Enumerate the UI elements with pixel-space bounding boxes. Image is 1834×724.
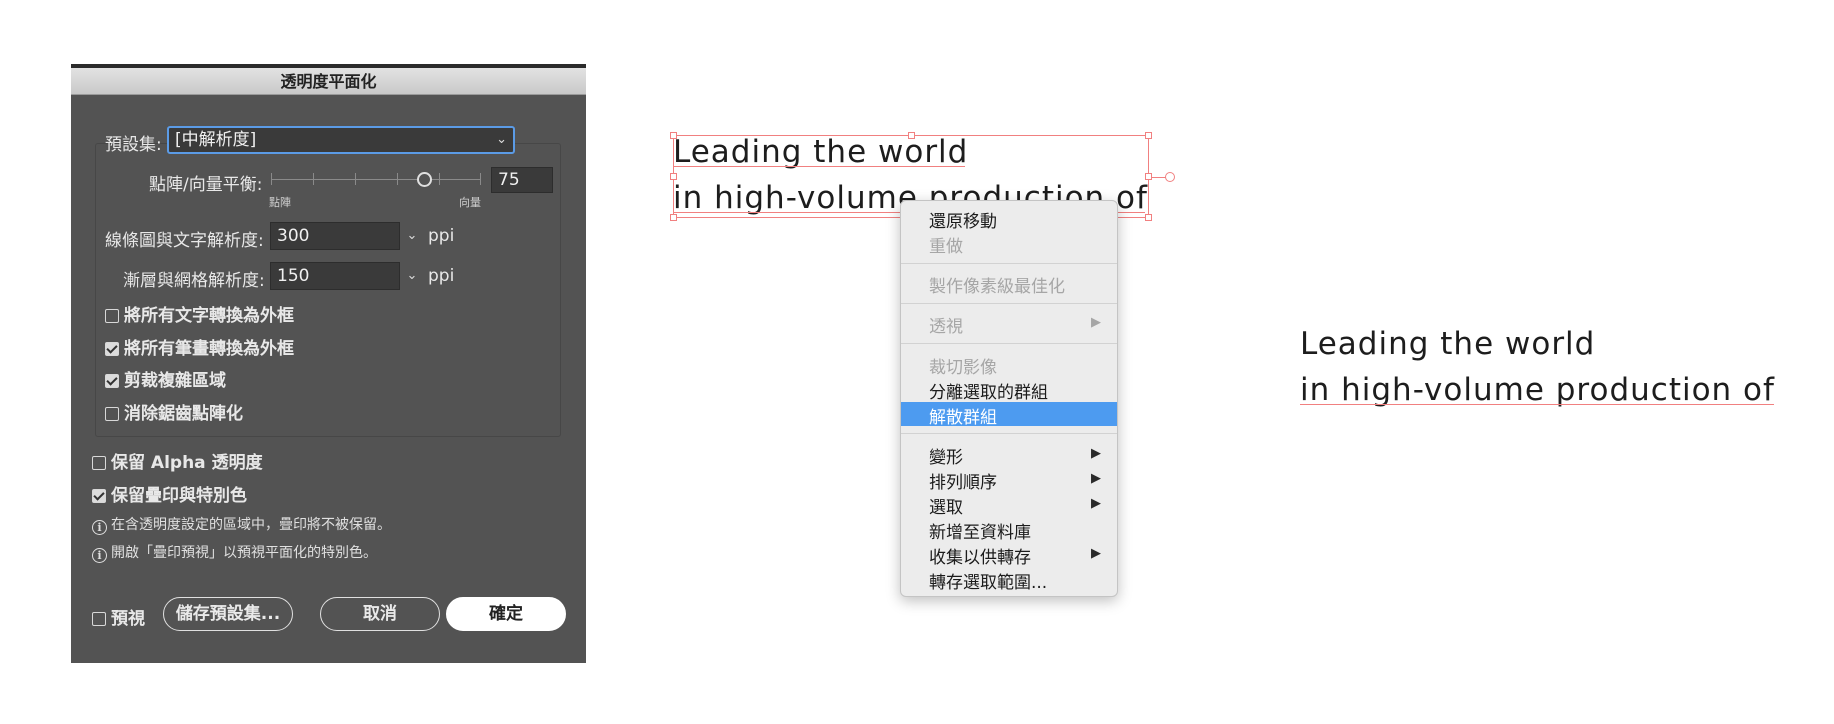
info-icon: i: [92, 520, 107, 535]
menu-item-crop-image[interactable]: 裁切影像: [929, 353, 997, 378]
preset-label: 預設集:: [105, 135, 162, 155]
checkbox-label: 將所有筆畫轉換為外框: [124, 339, 294, 359]
balance-slider-track[interactable]: [271, 179, 481, 180]
checkbox-label: 預視: [111, 609, 145, 629]
menu-item-redo[interactable]: 重做: [929, 232, 963, 257]
ok-button[interactable]: 確定: [446, 597, 566, 631]
menu-item-perspective[interactable]: 透視: [929, 312, 963, 337]
menu-separator: [901, 343, 1117, 344]
chevron-down-icon[interactable]: ⌄: [400, 222, 424, 250]
info-text: 在含透明度設定的區域中，疊印將不被保留。: [111, 517, 391, 533]
menu-item-transform[interactable]: 變形: [929, 443, 963, 468]
submenu-arrow-icon: ▶: [1091, 546, 1101, 561]
text-line-2[interactable]: in high-volume production of: [1300, 372, 1775, 408]
menu-item-collect-for-export[interactable]: 收集以供轉存: [929, 543, 1031, 568]
checkbox-label: 剪裁複雜區域: [124, 371, 226, 391]
checkbox-checked-icon: [105, 342, 119, 356]
checkbox-preview[interactable]: 預視: [92, 604, 145, 629]
text-line-1[interactable]: Leading the world: [1300, 326, 1595, 362]
checkbox-unchecked-icon: [92, 612, 106, 626]
raster-label: 點陣: [269, 196, 291, 209]
checkbox-clip-complex[interactable]: 剪裁複雜區域: [105, 366, 226, 391]
menu-separator: [901, 433, 1117, 434]
menu-item-pixel-optimize[interactable]: 製作像素級最佳化: [929, 272, 1065, 297]
checkbox-unchecked-icon: [105, 407, 119, 421]
vector-label: 向量: [459, 196, 481, 209]
menu-item-add-to-library[interactable]: 新增至資料庫: [929, 518, 1031, 543]
submenu-arrow-icon: ▶: [1091, 471, 1101, 486]
context-menu: 還原移動 重做 製作像素級最佳化 透視 ▶ 裁切影像 分離選取的群組 解散群組 …: [900, 200, 1118, 597]
gradient-resolution-label: 漸層與網格解析度:: [123, 271, 265, 291]
text-thread-port[interactable]: [1165, 172, 1175, 182]
checkbox-preserve-overprint[interactable]: 保留疊印與特別色: [92, 481, 247, 506]
checkbox-unchecked-icon: [105, 309, 119, 323]
balance-input[interactable]: 75: [491, 167, 553, 193]
flatten-transparency-dialog: 透明度平面化 預設集: [中解析度] ⌄ 點陣/向量平衡: 75 點陣 向量 線…: [71, 64, 586, 663]
text-thread-line: [1152, 177, 1166, 178]
slider-tick: [313, 173, 314, 185]
text-baseline: [673, 166, 965, 167]
checkbox-label: 消除鋸齒點陣化: [124, 404, 243, 424]
checkbox-label: 保留 Alpha 透明度: [111, 453, 263, 473]
menu-item-export-selection[interactable]: 轉存選取範圍...: [929, 568, 1047, 593]
balance-label: 點陣/向量平衡:: [149, 175, 263, 195]
submenu-arrow-icon: ▶: [1091, 496, 1101, 511]
menu-separator: [901, 263, 1117, 264]
menu-item-select[interactable]: 選取: [929, 493, 963, 518]
checkbox-preserve-alpha[interactable]: 保留 Alpha 透明度: [92, 448, 263, 473]
menu-item-ungroup[interactable]: 解散群組: [929, 403, 997, 428]
canvas: 透明度平面化 預設集: [中解析度] ⌄ 點陣/向量平衡: 75 點陣 向量 線…: [0, 0, 1834, 724]
preset-select[interactable]: [中解析度] ⌄: [167, 126, 515, 154]
slider-tick: [439, 173, 440, 185]
menu-item-isolate-group[interactable]: 分離選取的群組: [929, 378, 1048, 403]
dialog-title: 透明度平面化: [71, 68, 586, 95]
checkbox-label: 將所有文字轉換為外框: [124, 306, 294, 326]
checkbox-checked-icon: [92, 489, 106, 503]
preset-value: [中解析度]: [175, 130, 257, 150]
checkbox-checked-icon: [105, 374, 119, 388]
info-preview: i 開啟「疊印預視」以預視平面化的特別色。: [92, 542, 377, 563]
selection-handle[interactable]: [1145, 173, 1152, 180]
slider-tick: [355, 173, 356, 185]
submenu-arrow-icon: ▶: [1091, 446, 1101, 461]
slider-tick: [397, 173, 398, 185]
balance-slider-knob[interactable]: [417, 172, 432, 187]
info-overprint: i 在含透明度設定的區域中，疊印將不被保留。: [92, 514, 391, 535]
selected-text-line-1[interactable]: Leading the world: [673, 134, 968, 170]
checkbox-text-outlines[interactable]: 將所有文字轉換為外框: [105, 301, 294, 326]
slider-tick: [480, 173, 481, 185]
gradient-resolution-input[interactable]: 150: [270, 262, 400, 290]
save-preset-button[interactable]: 儲存預設集...: [163, 597, 293, 631]
chevron-down-icon[interactable]: ⌄: [400, 262, 424, 290]
menu-item-arrange[interactable]: 排列順序: [929, 468, 997, 493]
chevron-down-icon: ⌄: [496, 132, 507, 147]
ppi-unit: ppi: [428, 266, 455, 286]
text-baseline: [1300, 404, 1774, 405]
info-icon: i: [92, 548, 107, 563]
checkbox-stroke-outlines[interactable]: 將所有筆畫轉換為外框: [105, 334, 294, 359]
selection-handle[interactable]: [670, 173, 677, 180]
menu-separator: [901, 303, 1117, 304]
line-art-resolution-input[interactable]: 300: [270, 222, 400, 250]
info-text: 開啟「疊印預視」以預視平面化的特別色。: [111, 545, 377, 561]
checkbox-label: 保留疊印與特別色: [111, 486, 247, 506]
menu-item-undo-move[interactable]: 還原移動: [929, 207, 997, 232]
selection-handle[interactable]: [1145, 132, 1152, 139]
cancel-button[interactable]: 取消: [320, 597, 440, 631]
ppi-unit: ppi: [428, 226, 455, 246]
slider-tick: [271, 173, 272, 185]
line-art-resolution-label: 線條圖與文字解析度:: [105, 231, 264, 251]
checkbox-unchecked-icon: [92, 456, 106, 470]
submenu-arrow-icon: ▶: [1091, 315, 1101, 330]
checkbox-anti-alias[interactable]: 消除鋸齒點陣化: [105, 399, 243, 424]
